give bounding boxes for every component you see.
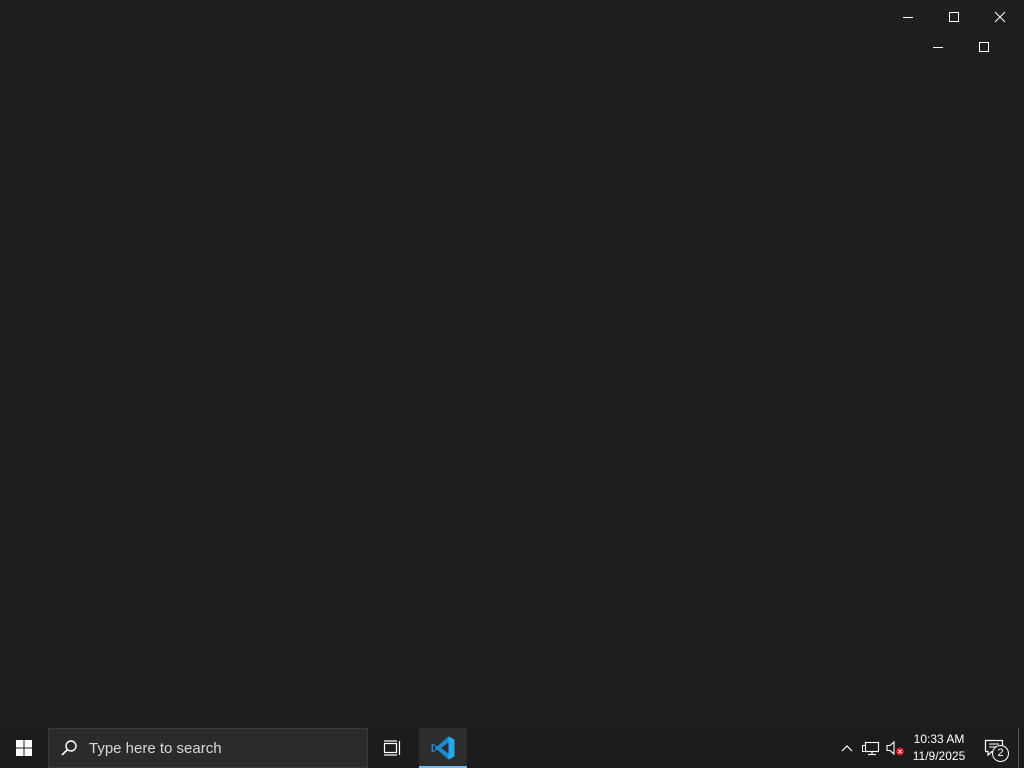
minimize-icon [933,47,943,48]
action-center-button[interactable]: 2 [976,728,1012,768]
network-button[interactable] [859,728,883,768]
volume-muted-icon [886,740,904,756]
network-icon [862,741,880,756]
minimize-button[interactable] [885,2,931,32]
search-placeholder: Type here to search [89,739,222,757]
clock-time: 10:33 AM [913,732,965,746]
maximize-icon [949,12,959,22]
chevron-up-icon [841,745,853,752]
minimize-icon [903,17,913,18]
maximize-icon [979,42,989,52]
vscode-taskbar-button[interactable] [419,728,467,768]
clock-date: 11/9/2025 [912,749,966,763]
inner-maximize-button[interactable] [961,32,1007,62]
close-button[interactable] [977,2,1023,32]
task-view-icon [383,740,401,756]
volume-button[interactable] [884,728,906,768]
inner-minimize-button[interactable] [915,32,961,62]
maximize-button[interactable] [931,2,977,32]
vscode-icon [431,736,455,760]
search-icon [49,729,89,767]
desktop [0,0,1024,728]
task-view-button[interactable] [368,728,416,768]
windows-logo-icon [16,740,32,756]
clock[interactable]: 10:33 AM 11/9/2025 [906,728,972,768]
notification-badge: 2 [992,745,1009,762]
show-desktop-button[interactable] [1018,728,1024,768]
taskbar: Type here to search 10:33 AM 11/9/2025 2 [0,728,1024,768]
search-box[interactable]: Type here to search [48,728,368,768]
start-button[interactable] [0,728,48,768]
show-hidden-icons-button[interactable] [836,728,858,768]
close-icon [994,11,1006,23]
